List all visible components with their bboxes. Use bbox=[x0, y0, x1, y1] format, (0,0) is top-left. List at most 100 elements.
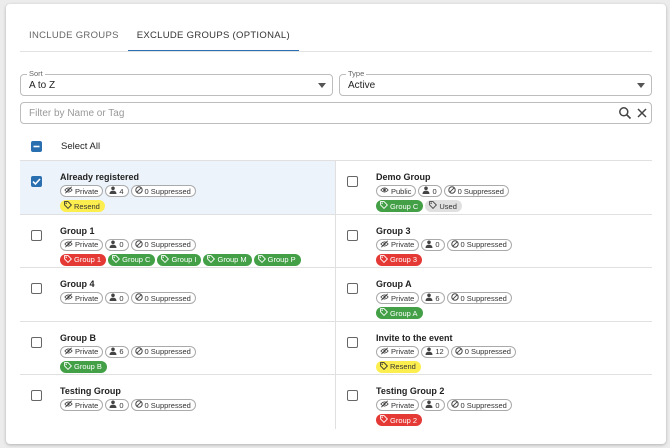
tag-badge: Group 3 bbox=[376, 253, 423, 266]
group-checkbox[interactable] bbox=[347, 336, 358, 348]
group-checkbox[interactable] bbox=[347, 229, 358, 241]
group-item[interactable]: Group 3 Private 0 0 Suppressed Group 3 bbox=[336, 215, 652, 268]
visibility-chip: Private bbox=[60, 185, 104, 197]
group-checkbox[interactable] bbox=[347, 176, 358, 187]
group-name: Group 3 bbox=[376, 225, 411, 236]
block-icon bbox=[134, 186, 145, 196]
tag-icon bbox=[64, 201, 74, 211]
block-icon bbox=[450, 400, 461, 410]
group-name: Group A bbox=[376, 279, 412, 289]
tab-exclude-groups[interactable]: EXCLUDE GROUPS (OPTIONAL) bbox=[127, 26, 299, 52]
group-item[interactable]: Group 1 Private 0 0 Suppressed Group 1 Group … bbox=[20, 214, 336, 268]
search-icon[interactable] bbox=[618, 106, 632, 120]
group-checkbox[interactable] bbox=[347, 390, 358, 401]
eye-off-icon bbox=[64, 400, 75, 410]
group-item[interactable]: Group 4 Private 0 0 Suppressed bbox=[20, 268, 336, 322]
group-checkbox[interactable] bbox=[31, 283, 42, 294]
visibility-chip: Private bbox=[60, 238, 104, 251]
tag-badge: Group 1 bbox=[60, 253, 107, 266]
group-item[interactable]: Demo Group Public 0 0 Suppressed Group C Used bbox=[336, 161, 652, 215]
tag-badge: Group 2 bbox=[376, 414, 423, 426]
group-name: Testing Group 2 bbox=[376, 386, 445, 396]
block-icon bbox=[447, 186, 458, 196]
suppressed-chip: 0 Suppressed bbox=[446, 238, 512, 251]
eye-off-icon bbox=[380, 347, 391, 357]
select-all-checkbox[interactable] bbox=[31, 141, 42, 152]
visibility-chip: Private bbox=[376, 238, 420, 251]
group-meta: Private 0 0 Suppressed bbox=[376, 399, 512, 411]
group-item[interactable]: Group B Private 6 0 Suppressed Group B bbox=[20, 321, 336, 375]
close-icon[interactable] bbox=[635, 106, 649, 120]
visibility-chip: Private bbox=[376, 345, 420, 358]
group-item[interactable]: Testing Group Private 0 0 Suppressed bbox=[20, 375, 336, 429]
visibility-chip: Private bbox=[60, 399, 104, 411]
group-meta: Private 0 0 Suppressed bbox=[60, 238, 196, 251]
group-name: Demo Group bbox=[376, 172, 431, 182]
group-checkbox[interactable] bbox=[31, 390, 42, 401]
suppressed-chip: 0 Suppressed bbox=[130, 292, 196, 304]
eye-off-icon bbox=[64, 186, 75, 196]
block-icon bbox=[134, 400, 145, 410]
person-icon bbox=[109, 400, 119, 410]
sort-label: Sort bbox=[27, 69, 45, 78]
tab-include-groups[interactable]: INCLUDE GROUPS bbox=[20, 26, 128, 52]
person-icon bbox=[109, 347, 119, 357]
group-tags: Group 1 Group C Group I Group M Group P bbox=[60, 253, 301, 266]
suppressed-chip: 0 Suppressed bbox=[130, 185, 196, 197]
group-item[interactable]: Already registered Private 4 0 Suppressed Re… bbox=[20, 161, 336, 215]
person-icon bbox=[422, 186, 432, 196]
group-name: Already registered bbox=[60, 172, 140, 182]
group-meta: Public 0 0 Suppressed bbox=[376, 185, 509, 197]
suppressed-chip: 0 Suppressed bbox=[443, 185, 509, 197]
tag-icon bbox=[64, 254, 74, 265]
type-value: Active bbox=[348, 80, 376, 91]
member-count-chip: 0 bbox=[418, 185, 442, 197]
block-icon bbox=[134, 293, 145, 303]
tag-badge: Group M bbox=[203, 253, 252, 266]
eye-off-icon bbox=[64, 347, 75, 357]
group-meta: Private 6 0 Suppressed bbox=[376, 292, 512, 304]
group-checkbox[interactable] bbox=[31, 176, 42, 187]
tag-badge: Resend bbox=[376, 360, 421, 373]
eye-off-icon bbox=[64, 293, 75, 303]
tag-icon bbox=[429, 201, 439, 211]
group-item[interactable]: Testing Group 2 Private 0 0 Suppressed Group… bbox=[336, 375, 652, 429]
visibility-chip: Private bbox=[376, 399, 420, 411]
group-name: Group B bbox=[60, 332, 96, 343]
type-select[interactable]: Type Active bbox=[339, 69, 652, 96]
tag-icon bbox=[380, 254, 390, 265]
tag-badge: Group B bbox=[60, 360, 107, 373]
suppressed-chip: 0 Suppressed bbox=[446, 292, 512, 304]
sort-select[interactable]: Sort A to Z bbox=[20, 69, 333, 96]
group-item[interactable]: Group A Private 6 0 Suppressed Group A bbox=[336, 268, 652, 322]
tag-badge: Group I bbox=[157, 253, 202, 266]
member-count-chip: 4 bbox=[105, 185, 129, 197]
eye-icon bbox=[380, 186, 391, 196]
tag-badge: Group A bbox=[376, 307, 423, 319]
group-tags: Group A bbox=[376, 307, 423, 319]
filter-field bbox=[20, 102, 652, 124]
block-icon bbox=[134, 346, 145, 357]
minus-icon bbox=[33, 145, 40, 148]
tag-icon bbox=[380, 361, 390, 372]
group-tags: Group B bbox=[60, 360, 107, 373]
suppressed-chip: 0 Suppressed bbox=[450, 345, 516, 358]
member-count-chip: 0 bbox=[105, 399, 129, 411]
tag-badge: Used bbox=[425, 200, 462, 212]
tag-icon bbox=[64, 361, 74, 372]
group-checkbox[interactable] bbox=[31, 336, 42, 348]
type-label: Type bbox=[346, 69, 367, 78]
tag-badge: Group P bbox=[253, 253, 301, 266]
block-icon bbox=[454, 346, 465, 357]
tabs-divider bbox=[20, 51, 652, 52]
tag-icon bbox=[161, 254, 171, 265]
check-icon bbox=[32, 178, 41, 186]
group-checkbox[interactable] bbox=[31, 229, 42, 241]
group-item[interactable]: Invite to the event Private 12 0 Suppressed… bbox=[336, 322, 652, 375]
group-meta: Private 0 0 Suppressed bbox=[376, 238, 512, 251]
filter-input[interactable] bbox=[21, 103, 581, 123]
group-tags: Resend bbox=[376, 360, 421, 373]
block-icon bbox=[450, 293, 461, 303]
group-checkbox[interactable] bbox=[347, 283, 358, 294]
member-count-chip: 0 bbox=[105, 238, 129, 251]
